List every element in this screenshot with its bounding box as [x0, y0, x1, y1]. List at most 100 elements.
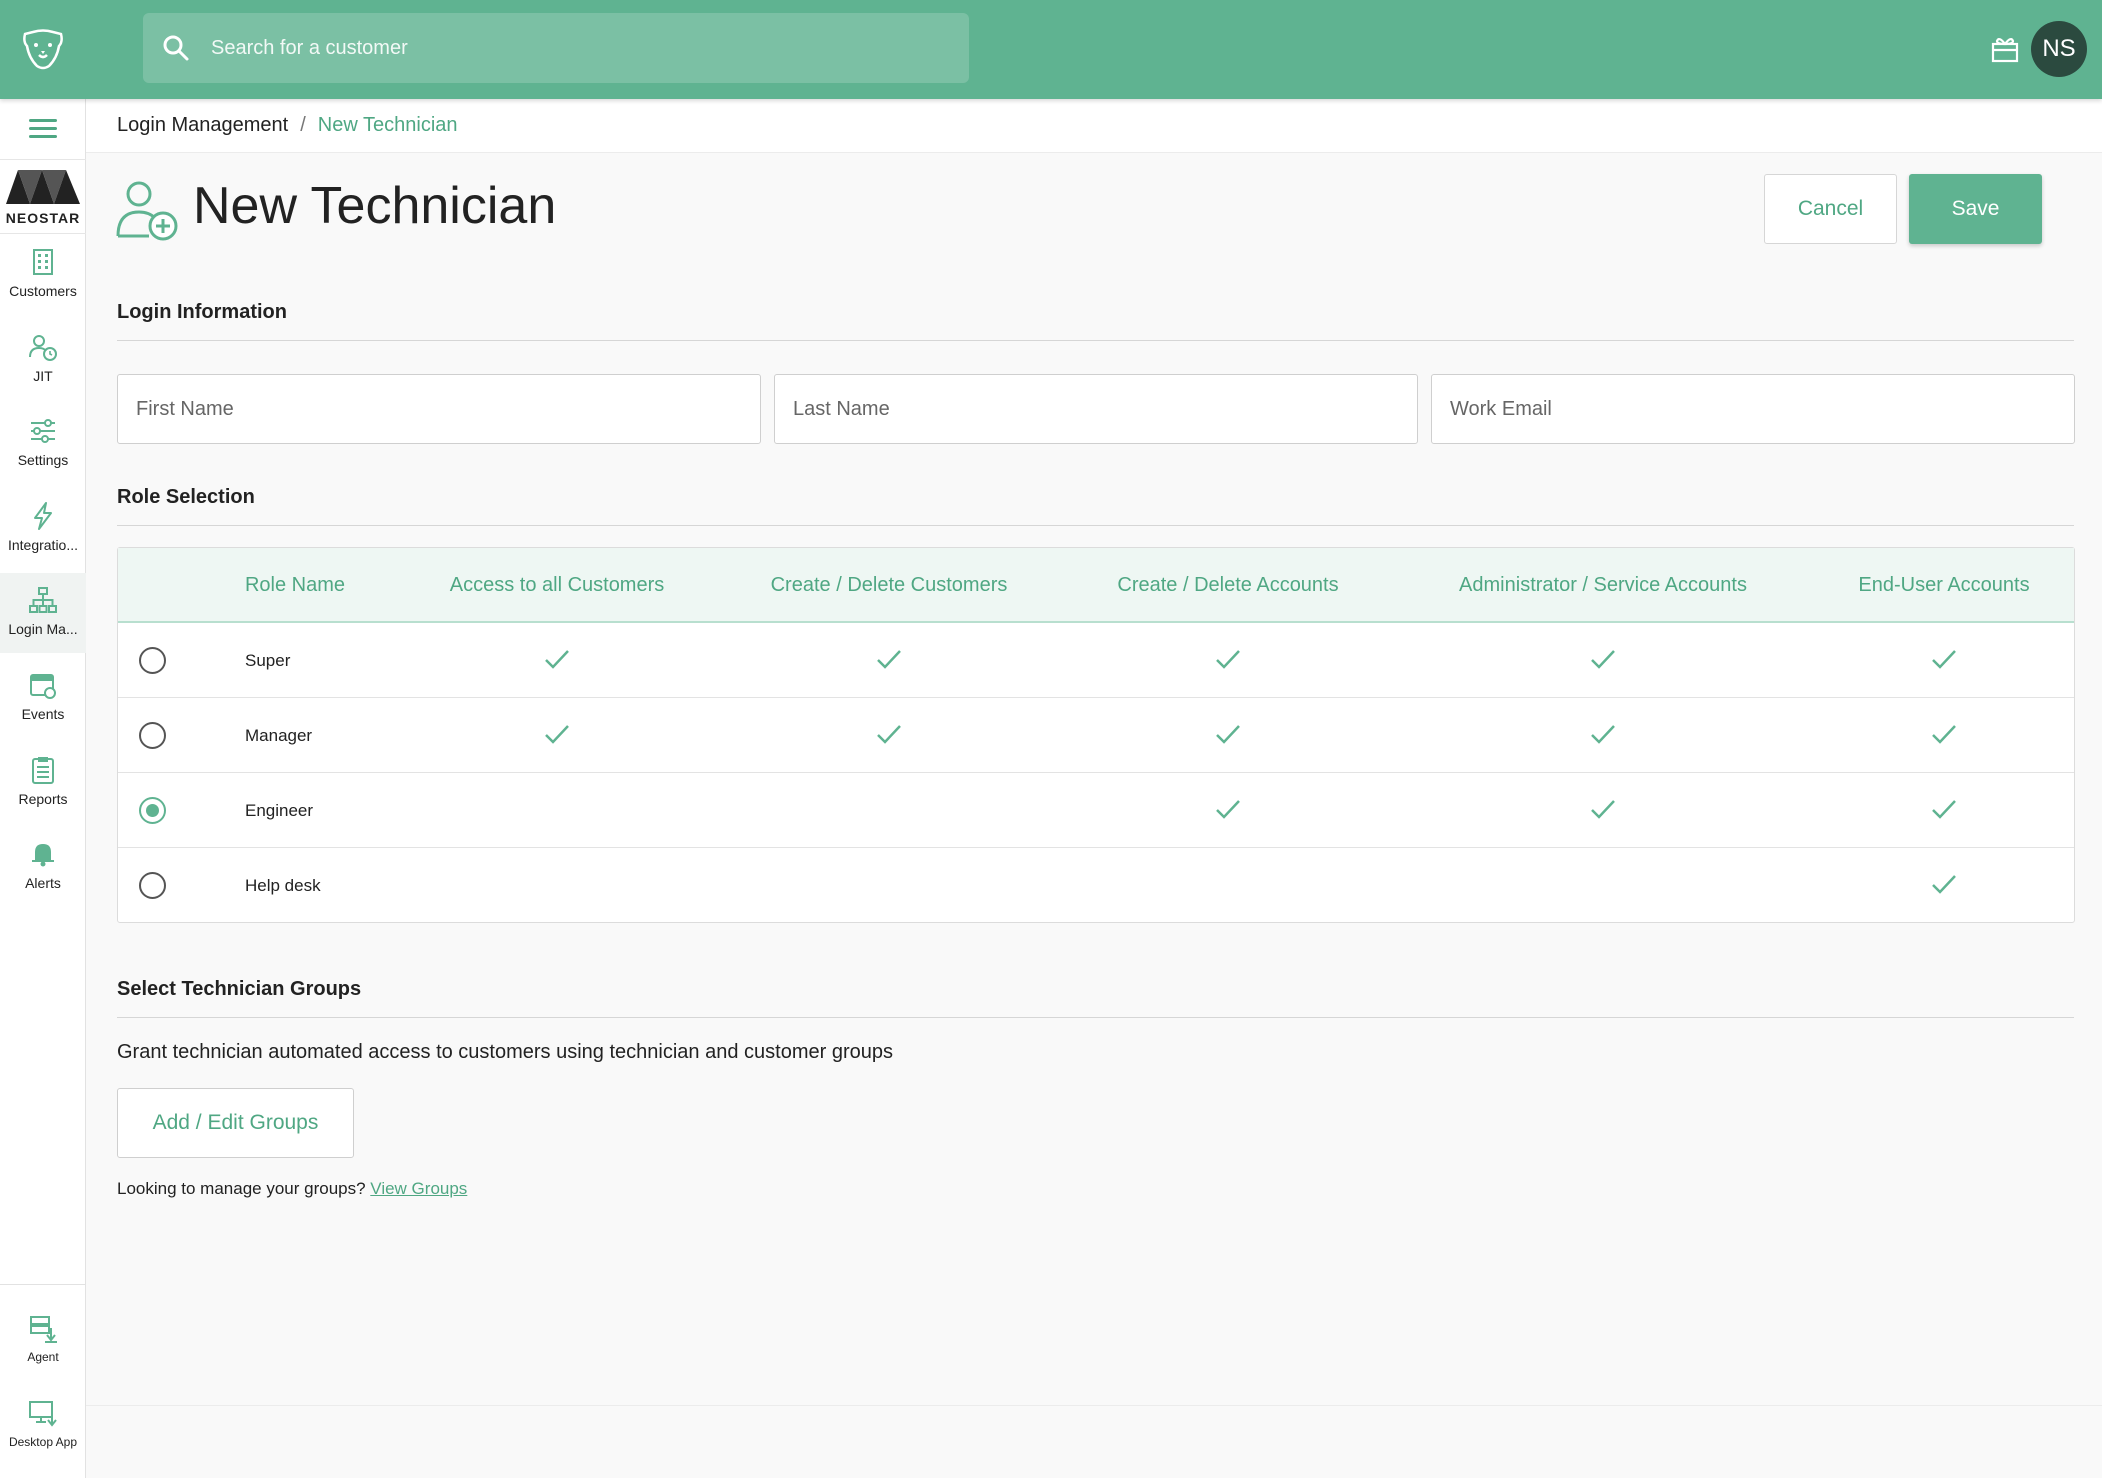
role-row-engineer[interactable]: Engineer [118, 773, 2074, 848]
sidebar-item-label: Settings [17, 452, 69, 468]
checkmark-icon [1932, 800, 1956, 819]
clipboard-icon [32, 757, 54, 784]
search-input[interactable]: Search for a customer [211, 37, 408, 60]
server-download-icon [30, 1316, 57, 1343]
sidebar-item-reports[interactable]: Reports [0, 743, 86, 823]
user-avatar[interactable]: NS [2031, 21, 2087, 77]
sidebar-item-settings[interactable]: Settings [0, 404, 86, 484]
sliders-icon [31, 419, 55, 443]
user-clock-icon [29, 335, 57, 361]
column-header-create-delete-accounts: Create / Delete Accounts [1117, 574, 1339, 596]
sidebar-item-label: JIT [33, 368, 53, 384]
role-name: Super [245, 651, 291, 670]
gift-icon[interactable] [1990, 34, 2020, 64]
last-name-field[interactable]: Last Name [774, 374, 1418, 444]
sidebar-item-login-management[interactable]: Login Ma... [0, 573, 86, 653]
sidebar-item-label: Customers [9, 283, 77, 299]
column-header-access-all-customers: Access to all Customers [449, 574, 665, 596]
role-radio[interactable] [139, 872, 166, 899]
sidebar-item-events[interactable]: Events [0, 658, 86, 738]
column-header-role-name: Role Name [244, 574, 346, 596]
menu-toggle-icon[interactable] [29, 119, 57, 139]
section-divider [117, 525, 2074, 526]
checkmark-icon [1932, 725, 1956, 744]
role-row-help-desk[interactable]: Help desk [118, 848, 2074, 923]
column-header-admin-service-accounts: Administrator / Service Accounts [1459, 574, 1747, 596]
add-edit-groups-button[interactable]: Add / Edit Groups [117, 1088, 354, 1158]
monitor-download-icon [29, 1401, 57, 1427]
sidebar-item-agent[interactable]: Agent [0, 1302, 86, 1382]
calendar-icon [30, 674, 56, 699]
footer-divider [86, 1405, 2102, 1406]
role-radio[interactable] [139, 647, 166, 674]
top-bar: Search for a customer NS [0, 0, 2102, 99]
save-button[interactable]: Save [1909, 174, 2042, 244]
breadcrumb: Login Management / New Technician [86, 99, 2102, 153]
manage-groups-prompt: Looking to manage your groups? [117, 1179, 366, 1198]
checkmark-icon [1932, 875, 1956, 894]
sidebar-item-desktop-app[interactable]: Desktop App [0, 1387, 86, 1467]
checkmark-icon [545, 650, 569, 669]
checkmark-icon [1216, 650, 1240, 669]
checkmark-icon [1591, 800, 1615, 819]
sidebar: NEOSTAR Customers JIT Settings Integrati… [0, 99, 86, 1478]
building-icon [33, 249, 53, 275]
view-groups-link[interactable]: View Groups [370, 1179, 467, 1198]
role-row-manager[interactable]: Manager [118, 698, 2074, 773]
role-radio-selected[interactable] [139, 797, 166, 824]
section-divider [117, 340, 2074, 341]
first-name-field[interactable]: First Name [117, 374, 761, 444]
role-name: Help desk [245, 876, 321, 895]
sidebar-item-label: Agent [27, 1350, 59, 1364]
sidebar-item-label: Alerts [25, 875, 61, 891]
checkmark-icon [1216, 800, 1240, 819]
breadcrumb-current: New Technician [317, 114, 458, 136]
checkmark-icon [877, 650, 901, 669]
checkmark-icon [1591, 725, 1615, 744]
tenant-brand: NEOSTAR [0, 159, 86, 234]
sidebar-item-jit[interactable]: JIT [0, 320, 86, 400]
manage-groups-text: Looking to manage your groups? View Grou… [117, 1179, 467, 1199]
bell-icon [32, 844, 54, 867]
section-title-role-selection: Role Selection [117, 486, 255, 508]
role-name: Engineer [245, 801, 314, 820]
role-table: Role Name Access to all Customers Create… [117, 547, 2075, 923]
sidebar-item-label: Login Ma... [8, 621, 78, 637]
sidebar-item-label: Desktop App [8, 1435, 78, 1449]
leopard-logo-icon [23, 28, 63, 69]
role-name: Manager [245, 726, 313, 745]
sidebar-item-label: Integratio... [7, 537, 79, 553]
search-icon [163, 35, 189, 61]
column-header-create-delete-customers: Create / Delete Customers [770, 574, 1008, 596]
groups-description: Grant technician automated access to cus… [117, 1041, 893, 1063]
work-email-field[interactable]: Work Email [1431, 374, 2075, 444]
role-table-header: Role Name Access to all Customers Create… [118, 548, 2074, 623]
role-row-super[interactable]: Super [118, 623, 2074, 698]
page-title: New Technician [193, 177, 557, 235]
checkmark-icon [1216, 725, 1240, 744]
breadcrumb-login-management[interactable]: Login Management [117, 114, 288, 137]
breadcrumb-separator: / [300, 114, 306, 136]
lightning-icon [34, 502, 52, 530]
section-divider [117, 1017, 2074, 1018]
sidebar-item-customers[interactable]: Customers [0, 235, 86, 315]
sidebar-item-alerts[interactable]: Alerts [0, 827, 86, 907]
checkmark-icon [877, 725, 901, 744]
checkmark-icon [1591, 650, 1615, 669]
checkmark-icon [1932, 650, 1956, 669]
app-logo[interactable] [0, 0, 86, 99]
section-title-login-information: Login Information [117, 301, 287, 323]
sidebar-item-label: Events [21, 706, 65, 722]
search-bar[interactable]: Search for a customer [143, 13, 969, 83]
org-chart-icon [29, 587, 57, 613]
neostar-logo-icon [6, 170, 80, 204]
add-user-icon [116, 181, 178, 241]
sidebar-item-integrations[interactable]: Integratio... [0, 489, 86, 569]
section-title-technician-groups: Select Technician Groups [117, 978, 362, 1000]
cancel-button[interactable]: Cancel [1764, 174, 1897, 244]
sidebar-divider [0, 1284, 86, 1285]
role-radio[interactable] [139, 722, 166, 749]
brand-name: NEOSTAR [5, 210, 81, 226]
checkmark-icon [545, 725, 569, 744]
column-header-end-user-accounts: End-User Accounts [1858, 574, 2030, 596]
